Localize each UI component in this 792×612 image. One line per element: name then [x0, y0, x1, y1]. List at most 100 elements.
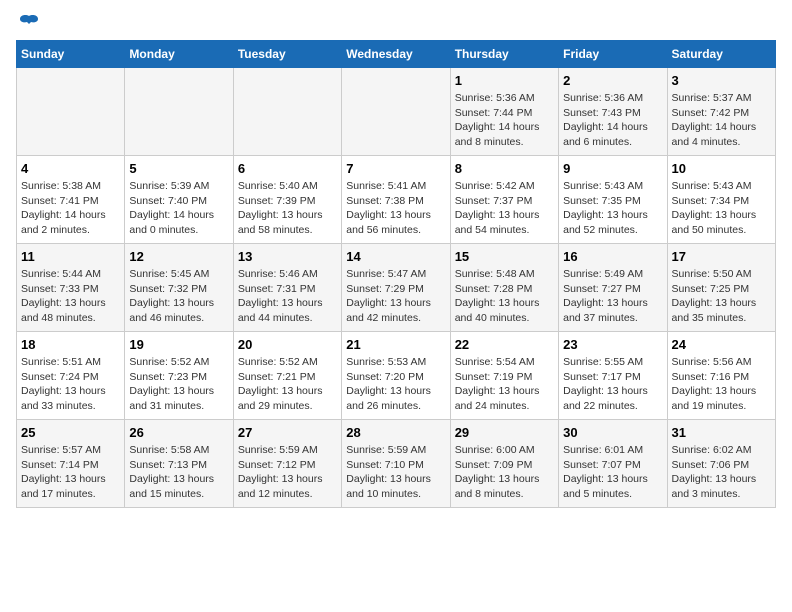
logo-bird-icon — [18, 12, 40, 34]
weekday-header: Saturday — [667, 41, 775, 68]
day-number: 25 — [21, 425, 120, 440]
day-number: 24 — [672, 337, 771, 352]
calendar-day-cell: 11 Sunrise: 5:44 AM Sunset: 7:33 PM Dayli… — [17, 244, 125, 332]
day-info: Sunrise: 5:45 AM Sunset: 7:32 PM Dayligh… — [129, 267, 228, 326]
day-info: Sunrise: 5:51 AM Sunset: 7:24 PM Dayligh… — [21, 355, 120, 414]
calendar-day-cell: 1 Sunrise: 5:36 AM Sunset: 7:44 PM Daylig… — [450, 68, 558, 156]
calendar-day-cell: 15 Sunrise: 5:48 AM Sunset: 7:28 PM Dayli… — [450, 244, 558, 332]
day-number: 30 — [563, 425, 662, 440]
day-info: Sunrise: 5:53 AM Sunset: 7:20 PM Dayligh… — [346, 355, 445, 414]
day-info: Sunrise: 5:36 AM Sunset: 7:44 PM Dayligh… — [455, 91, 554, 150]
day-info: Sunrise: 5:43 AM Sunset: 7:35 PM Dayligh… — [563, 179, 662, 238]
day-number: 8 — [455, 161, 554, 176]
day-number: 11 — [21, 249, 120, 264]
calendar-day-cell: 12 Sunrise: 5:45 AM Sunset: 7:32 PM Dayli… — [125, 244, 233, 332]
calendar-day-cell: 3Sunrise: 5:37 AM Sunset: 7:42 PM Daylig… — [667, 68, 775, 156]
calendar-day-cell: 17 Sunrise: 5:50 AM Sunset: 7:25 PM Dayli… — [667, 244, 775, 332]
logo — [16, 16, 40, 30]
day-number: 4 — [21, 161, 120, 176]
day-number: 1 — [455, 73, 554, 88]
calendar-day-cell: 2Sunrise: 5:36 AM Sunset: 7:43 PM Daylig… — [559, 68, 667, 156]
calendar-week-row: 18 Sunrise: 5:51 AM Sunset: 7:24 PM Dayli… — [17, 332, 776, 420]
day-info: Sunrise: 5:52 AM Sunset: 7:23 PM Dayligh… — [129, 355, 228, 414]
calendar-week-row: 11 Sunrise: 5:44 AM Sunset: 7:33 PM Dayli… — [17, 244, 776, 332]
calendar-day-cell — [17, 68, 125, 156]
calendar-week-row: 25 Sunrise: 5:57 AM Sunset: 7:14 PM Dayli… — [17, 420, 776, 508]
day-number: 6 — [238, 161, 337, 176]
calendar-day-cell: 28 Sunrise: 5:59 AM Sunset: 7:10 PM Dayli… — [342, 420, 450, 508]
day-info: Sunrise: 5:57 AM Sunset: 7:14 PM Dayligh… — [21, 443, 120, 502]
day-info: Sunrise: 5:39 AM Sunset: 7:40 PM Dayligh… — [129, 179, 228, 238]
day-info: Sunrise: 6:00 AM Sunset: 7:09 PM Dayligh… — [455, 443, 554, 502]
calendar-day-cell: 26Sunrise: 5:58 AM Sunset: 7:13 PM Dayli… — [125, 420, 233, 508]
day-info: Sunrise: 5:59 AM Sunset: 7:10 PM Dayligh… — [346, 443, 445, 502]
day-number: 5 — [129, 161, 228, 176]
day-info: Sunrise: 5:49 AM Sunset: 7:27 PM Dayligh… — [563, 267, 662, 326]
day-number: 3 — [672, 73, 771, 88]
calendar-day-cell: 10Sunrise: 5:43 AM Sunset: 7:34 PM Dayli… — [667, 156, 775, 244]
calendar-day-cell: 24Sunrise: 5:56 AM Sunset: 7:16 PM Dayli… — [667, 332, 775, 420]
weekday-header: Monday — [125, 41, 233, 68]
page-header — [16, 16, 776, 30]
day-number: 19 — [129, 337, 228, 352]
day-number: 15 — [455, 249, 554, 264]
day-info: Sunrise: 5:50 AM Sunset: 7:25 PM Dayligh… — [672, 267, 771, 326]
day-number: 7 — [346, 161, 445, 176]
calendar-day-cell: 8 Sunrise: 5:42 AM Sunset: 7:37 PM Daylig… — [450, 156, 558, 244]
day-info: Sunrise: 5:44 AM Sunset: 7:33 PM Dayligh… — [21, 267, 120, 326]
day-number: 31 — [672, 425, 771, 440]
calendar-day-cell: 30 Sunrise: 6:01 AM Sunset: 7:07 PM Dayli… — [559, 420, 667, 508]
calendar-day-cell: 6 Sunrise: 5:40 AM Sunset: 7:39 PM Daylig… — [233, 156, 341, 244]
day-info: Sunrise: 5:55 AM Sunset: 7:17 PM Dayligh… — [563, 355, 662, 414]
calendar-week-row: 4 Sunrise: 5:38 AM Sunset: 7:41 PM Daylig… — [17, 156, 776, 244]
day-number: 14 — [346, 249, 445, 264]
day-number: 23 — [563, 337, 662, 352]
calendar-day-cell: 16 Sunrise: 5:49 AM Sunset: 7:27 PM Dayli… — [559, 244, 667, 332]
day-number: 27 — [238, 425, 337, 440]
day-number: 16 — [563, 249, 662, 264]
day-number: 18 — [21, 337, 120, 352]
day-info: Sunrise: 6:01 AM Sunset: 7:07 PM Dayligh… — [563, 443, 662, 502]
calendar-day-cell: 21 Sunrise: 5:53 AM Sunset: 7:20 PM Dayli… — [342, 332, 450, 420]
calendar-day-cell: 9Sunrise: 5:43 AM Sunset: 7:35 PM Daylig… — [559, 156, 667, 244]
day-info: Sunrise: 5:46 AM Sunset: 7:31 PM Dayligh… — [238, 267, 337, 326]
day-info: Sunrise: 5:38 AM Sunset: 7:41 PM Dayligh… — [21, 179, 120, 238]
calendar-day-cell: 5 Sunrise: 5:39 AM Sunset: 7:40 PM Daylig… — [125, 156, 233, 244]
calendar-day-cell: 7 Sunrise: 5:41 AM Sunset: 7:38 PM Daylig… — [342, 156, 450, 244]
calendar-day-cell: 20 Sunrise: 5:52 AM Sunset: 7:21 PM Dayli… — [233, 332, 341, 420]
calendar-table: SundayMondayTuesdayWednesdayThursdayFrid… — [16, 40, 776, 508]
calendar-day-cell — [233, 68, 341, 156]
calendar-day-cell: 14 Sunrise: 5:47 AM Sunset: 7:29 PM Dayli… — [342, 244, 450, 332]
calendar-day-cell: 29 Sunrise: 6:00 AM Sunset: 7:09 PM Dayli… — [450, 420, 558, 508]
day-number: 21 — [346, 337, 445, 352]
day-info: Sunrise: 5:54 AM Sunset: 7:19 PM Dayligh… — [455, 355, 554, 414]
calendar-day-cell — [342, 68, 450, 156]
weekday-header: Sunday — [17, 41, 125, 68]
calendar-day-cell: 18 Sunrise: 5:51 AM Sunset: 7:24 PM Dayli… — [17, 332, 125, 420]
day-info: Sunrise: 5:58 AM Sunset: 7:13 PM Dayligh… — [129, 443, 228, 502]
day-number: 10 — [672, 161, 771, 176]
day-info: Sunrise: 5:47 AM Sunset: 7:29 PM Dayligh… — [346, 267, 445, 326]
day-info: Sunrise: 5:59 AM Sunset: 7:12 PM Dayligh… — [238, 443, 337, 502]
day-number: 13 — [238, 249, 337, 264]
day-number: 12 — [129, 249, 228, 264]
day-number: 22 — [455, 337, 554, 352]
day-number: 29 — [455, 425, 554, 440]
day-info: Sunrise: 5:42 AM Sunset: 7:37 PM Dayligh… — [455, 179, 554, 238]
day-info: Sunrise: 5:52 AM Sunset: 7:21 PM Dayligh… — [238, 355, 337, 414]
day-info: Sunrise: 5:36 AM Sunset: 7:43 PM Dayligh… — [563, 91, 662, 150]
day-info: Sunrise: 5:48 AM Sunset: 7:28 PM Dayligh… — [455, 267, 554, 326]
day-info: Sunrise: 5:40 AM Sunset: 7:39 PM Dayligh… — [238, 179, 337, 238]
weekday-header: Friday — [559, 41, 667, 68]
calendar-day-cell: 4 Sunrise: 5:38 AM Sunset: 7:41 PM Daylig… — [17, 156, 125, 244]
day-number: 20 — [238, 337, 337, 352]
day-number: 28 — [346, 425, 445, 440]
calendar-header-row: SundayMondayTuesdayWednesdayThursdayFrid… — [17, 41, 776, 68]
day-number: 17 — [672, 249, 771, 264]
calendar-day-cell: 25 Sunrise: 5:57 AM Sunset: 7:14 PM Dayli… — [17, 420, 125, 508]
day-info: Sunrise: 5:41 AM Sunset: 7:38 PM Dayligh… — [346, 179, 445, 238]
weekday-header: Thursday — [450, 41, 558, 68]
calendar-day-cell: 19 Sunrise: 5:52 AM Sunset: 7:23 PM Dayli… — [125, 332, 233, 420]
weekday-header: Tuesday — [233, 41, 341, 68]
calendar-week-row: 1 Sunrise: 5:36 AM Sunset: 7:44 PM Daylig… — [17, 68, 776, 156]
